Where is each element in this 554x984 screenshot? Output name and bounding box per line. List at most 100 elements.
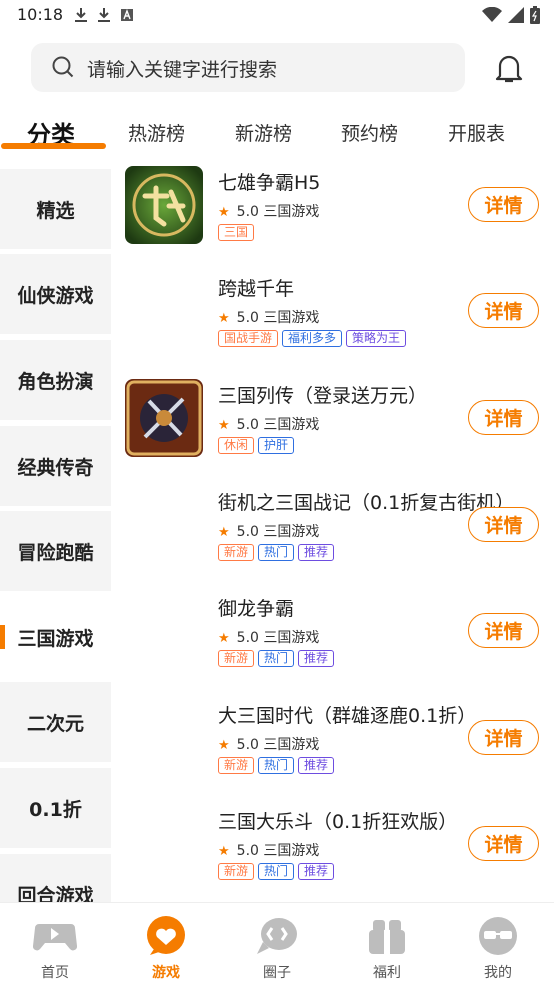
face-icon — [479, 917, 517, 955]
search-icon — [52, 56, 74, 78]
star-icon: ★ — [218, 525, 230, 540]
sidebar-item[interactable]: 二次元 — [0, 682, 111, 762]
game-tag: 热门 — [258, 544, 295, 561]
heart-chat-icon — [147, 916, 185, 955]
game-tags: 新游 热门 推荐 — [218, 650, 335, 667]
star-icon: ★ — [218, 738, 230, 753]
game-name: 七雄争霸H5 — [218, 172, 321, 194]
nav-label: 圈子 — [263, 965, 291, 981]
game-name: 三国大乐斗（0.1折狂欢版） — [218, 811, 458, 833]
wifi-icon — [482, 7, 502, 22]
star-icon: ★ — [218, 205, 230, 220]
star-icon: ★ — [218, 418, 230, 433]
game-item[interactable]: 三国大乐斗（0.1折狂欢版） ★ 5.0 三国游戏 新游 热门 推荐 详情 — [111, 799, 554, 902]
sidebar-item[interactable]: 精选 — [0, 169, 111, 249]
detail-button[interactable]: 详情 — [468, 720, 539, 755]
nav-welfare[interactable]: 福利 — [347, 916, 427, 982]
sidebar-item-active[interactable]: 三国游戏 — [0, 597, 111, 677]
game-list: 七雄争霸H5 ★ 5.0 三国游戏 三国 详情 跨越千年 ★ 5.0 三国游戏 国战… — [111, 160, 554, 902]
nav-games[interactable]: 游戏 — [126, 916, 206, 982]
search-input[interactable]: 请输入关键字进行搜索 — [31, 43, 465, 92]
download-icon — [75, 8, 87, 22]
game-rating: ★ 5.0 三国游戏 — [218, 630, 320, 646]
game-name: 三国列传（登录送万元） — [218, 385, 428, 407]
nav-label: 福利 — [373, 965, 401, 981]
gamepad-icon — [32, 924, 78, 951]
game-tag: 推荐 — [298, 544, 335, 561]
game-tags: 新游 热门 推荐 — [218, 863, 335, 880]
game-tag: 新游 — [218, 863, 255, 880]
sidebar-item[interactable]: 冒险跑酷 — [0, 511, 111, 591]
game-tags: 新游 热门 推荐 — [218, 757, 335, 774]
game-rating: ★ 5.0 三国游戏 — [218, 310, 320, 326]
game-tag: 热门 — [258, 757, 295, 774]
game-tag: 推荐 — [298, 650, 335, 667]
game-item[interactable]: 街机之三国战记（0.1折复古街机） ★ 5.0 三国游戏 新游 热门 推荐 详情 — [111, 480, 554, 586]
game-rating: ★ 5.0 三国游戏 — [218, 737, 320, 753]
nav-label: 首页 — [41, 965, 69, 981]
game-tag: 三国 — [218, 224, 255, 241]
tab-reserve[interactable]: 预约榜 — [341, 119, 398, 146]
tab-hot[interactable]: 热游榜 — [128, 119, 185, 146]
game-rating: ★ 5.0 三国游戏 — [218, 204, 320, 220]
game-tags: 新游 热门 推荐 — [218, 544, 335, 561]
a-icon — [121, 9, 133, 21]
game-tag: 推荐 — [298, 863, 335, 880]
game-tag: 新游 — [218, 544, 255, 561]
detail-button[interactable]: 详情 — [468, 400, 539, 435]
sidebar-item[interactable]: 回合游戏 — [0, 854, 111, 902]
game-rating: ★ 5.0 三国游戏 — [218, 524, 320, 540]
star-icon: ★ — [218, 631, 230, 646]
sidebar-item[interactable]: 经典传奇 — [0, 426, 111, 506]
game-tags: 三国 — [218, 224, 255, 241]
search-placeholder: 请输入关键字进行搜索 — [87, 59, 278, 81]
sidebar-item[interactable]: 仙侠游戏 — [0, 254, 111, 334]
star-icon: ★ — [218, 311, 230, 326]
signal-icon — [508, 7, 524, 23]
game-tag: 休闲 — [218, 437, 255, 454]
nav-label: 我的 — [484, 965, 512, 981]
game-tag: 推荐 — [298, 757, 335, 774]
active-tab-indicator — [1, 143, 106, 149]
game-tag: 策略为王 — [346, 330, 407, 347]
game-item[interactable]: 跨越千年 ★ 5.0 三国游戏 国战手游 福利多多 策略为王 详情 — [111, 266, 554, 372]
detail-button[interactable]: 详情 — [468, 826, 539, 861]
game-tag: 热门 — [258, 650, 295, 667]
battery-icon — [530, 6, 540, 24]
game-item[interactable]: 七雄争霸H5 ★ 5.0 三国游戏 三国 详情 — [111, 160, 554, 266]
status-bar: 10:18 — [0, 0, 554, 32]
category-sidebar: 精选 仙侠游戏 角色扮演 经典传奇 冒险跑酷 三国游戏 二次元 0.1折 回合游… — [0, 168, 111, 902]
game-item[interactable]: 三国列传（登录送万元） ★ 5.0 三国游戏 休闲 护肝 详情 — [111, 373, 554, 479]
game-tag: 福利多多 — [282, 330, 343, 347]
nav-label: 游戏 — [152, 965, 180, 981]
game-rating: ★ 5.0 三国游戏 — [218, 843, 320, 859]
nav-circle[interactable]: 圈子 — [237, 916, 317, 982]
detail-button[interactable]: 详情 — [468, 613, 539, 648]
bottom-nav: 首页 游戏 圈子 福利 我的 — [0, 902, 554, 984]
detail-button[interactable]: 详情 — [468, 187, 539, 222]
game-tag: 护肝 — [258, 437, 295, 454]
detail-button[interactable]: 详情 — [468, 293, 539, 328]
game-tag: 新游 — [218, 650, 255, 667]
game-item[interactable]: 大三国时代（群雄逐鹿0.1折） ★ 5.0 三国游戏 新游 热门 推荐 详情 — [111, 693, 554, 799]
game-name: 御龙争霸 — [218, 598, 295, 620]
sidebar-item[interactable]: 角色扮演 — [0, 340, 111, 420]
game-icon — [125, 379, 203, 457]
game-item[interactable]: 御龙争霸 ★ 5.0 三国游戏 新游 热门 推荐 详情 — [111, 586, 554, 692]
download-icon — [98, 8, 110, 22]
chat-bubble-icon — [257, 918, 297, 954]
game-tags: 休闲 护肝 — [218, 437, 295, 454]
sidebar-item[interactable]: 0.1折 — [0, 768, 111, 848]
game-rating: ★ 5.0 三国游戏 — [218, 417, 320, 433]
game-name: 街机之三国战记（0.1折复古街机） — [218, 492, 515, 514]
tab-new[interactable]: 新游榜 — [235, 119, 292, 146]
tab-server[interactable]: 开服表 — [448, 119, 505, 146]
nav-mine[interactable]: 我的 — [458, 916, 538, 982]
nav-home[interactable]: 首页 — [15, 916, 95, 982]
bell-icon[interactable] — [494, 52, 524, 84]
gift-icon — [369, 920, 405, 954]
top-tabs: 分类 热游榜 新游榜 预约榜 开服表 — [0, 110, 554, 156]
status-time: 10:18 — [17, 5, 64, 24]
detail-button[interactable]: 详情 — [468, 507, 539, 542]
game-tag: 新游 — [218, 757, 255, 774]
